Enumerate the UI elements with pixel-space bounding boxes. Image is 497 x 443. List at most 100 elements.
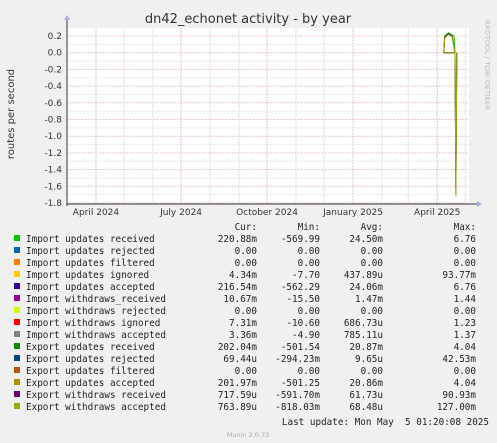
y-tick-label: -0.8 [44,116,62,126]
y-tick-label: -0.6 [44,99,62,109]
legend-series-name: Import withdraws rejected [26,306,166,317]
x-axis-arrow [477,201,482,207]
legend-series-name: Export updates filtered [26,366,155,377]
x-tick-label: April 2025 [414,208,460,218]
legend-swatch [14,319,20,325]
legend-value-cur: 216.54m [218,282,258,293]
last-update: Last update: Mon May 5 01:20:08 2025 [282,417,489,428]
legend-swatch [14,379,20,385]
legend-value-avg: 24.50m [349,234,383,245]
y-tick-label: -0.2 [44,65,62,75]
legend-value-min: -501.54 [281,342,321,353]
legend-header-min: Min: [298,222,320,233]
munin-chart: dn42_echonet activity - by year routes p… [6,12,491,439]
legend-value-min: 0.00 [298,306,320,317]
legend-value-avg: 0.00 [361,366,383,377]
legend-series-name: Export withdraws accepted [26,402,166,413]
legend-value-max: 42.53m [442,354,476,365]
legend-value-max: 1.23 [454,318,476,329]
legend-value-min: -7.70 [292,270,320,281]
legend-value-max: 6.76 [454,282,476,293]
legend-value-cur: 69.44u [223,354,257,365]
legend-series-name: Import withdraws accepted [26,330,166,341]
legend-series-name: Import updates filtered [26,258,155,269]
legend-value-min: 0.00 [298,366,320,377]
legend-value-max: 1.44 [454,294,477,305]
legend-value-min: 0.00 [298,258,320,269]
rrdtool-credit: RRDTOOL / TOBI OETIKER [483,20,491,110]
legend-value-cur: 3.36m [229,330,257,341]
legend-value-cur: 0.00 [235,366,257,377]
munin-version: Munin 2.0.73 [227,431,270,439]
legend-value-min: -569.99 [281,234,320,245]
legend-value-max: 0.00 [454,258,476,269]
legend-value-cur: 7.31m [229,318,257,329]
legend-header-avg: Avg: [361,222,383,233]
legend-value-cur: 10.67m [223,294,257,305]
legend-series-name: Import updates accepted [26,282,155,293]
legend-value-avg: 9.65u [355,354,383,365]
y-axis-label: routes per second [6,69,17,159]
legend-header-max: Max: [454,222,476,233]
x-tick-label: October 2024 [236,208,298,218]
legend-swatch [14,235,20,241]
legend-value-cur: 0.00 [235,306,257,317]
legend-value-min: -294.23m [275,354,320,365]
legend-value-avg: 0.00 [361,306,383,317]
legend-swatch [14,271,20,277]
y-tick-label: -1.4 [44,166,62,176]
legend-value-avg: 20.87m [349,342,383,353]
y-tick-label: 0.2 [48,32,62,42]
legend-value-cur: 0.00 [235,246,257,257]
y-tick-label: 0.0 [48,49,63,59]
legend-value-max: 0.00 [454,246,476,257]
legend-swatch [14,295,20,301]
legend-value-cur: 763.89u [218,402,257,413]
legend-series-name: Import withdraws ignored [26,318,160,329]
legend-value-min: 0.00 [298,246,320,257]
legend-value-min: -15.50 [286,294,320,305]
legend-value-cur: 717.59u [218,390,257,401]
x-tick-label: April 2024 [73,208,120,218]
legend-series-name: Import updates received [26,234,155,245]
y-tick-label: -1.2 [44,149,62,159]
legend-value-min: -818.03m [275,402,320,413]
legend-value-avg: 24.06m [349,282,383,293]
legend-series-name: Export updates received [26,342,155,353]
legend-value-avg: 20.86m [349,378,383,389]
legend-swatch [14,355,20,361]
legend-value-avg: 68.48u [349,402,383,413]
legend-value-min: -10.60 [286,318,320,329]
legend-value-cur: 201.97m [218,378,258,389]
legend-swatch [14,247,20,253]
legend-value-max: 93.77m [442,270,476,281]
legend-swatch [14,283,20,289]
legend-series-name: Import updates rejected [26,246,155,257]
legend-series-name: Export withdraws received [26,390,166,401]
legend-value-min: -562.29 [281,282,320,293]
legend-series-name: Export updates accepted [26,378,155,389]
y-tick-label: -0.4 [44,82,62,92]
legend-swatch [14,343,20,349]
legend-value-min: -501.25 [281,378,320,389]
legend-header-cur: Cur: [235,222,257,233]
y-tick-label: -1.6 [44,182,62,192]
legend-value-min: -591.70m [275,390,320,401]
legend-value-max: 127.00m [437,402,477,413]
legend-swatch [14,259,20,265]
x-tick-label: July 2024 [159,208,202,218]
legend-value-cur: 202.04m [218,342,258,353]
legend-value-cur: 220.88m [218,234,258,245]
y-axis-arrow [64,15,70,20]
x-tick-label: January 2025 [322,208,383,218]
legend-value-avg: 686.73u [344,318,383,329]
legend-value-avg: 437.89u [344,270,383,281]
legend-value-max: 0.00 [454,306,476,317]
legend-value-avg: 785.11u [344,330,383,341]
y-tick-label: -1.0 [44,132,62,142]
legend-value-min: -4.90 [292,330,320,341]
legend-swatch [14,331,20,337]
legend-value-max: 4.04 [454,342,477,353]
legend-series-name: Import withdraws_received [26,294,166,305]
legend-swatch [14,403,20,409]
